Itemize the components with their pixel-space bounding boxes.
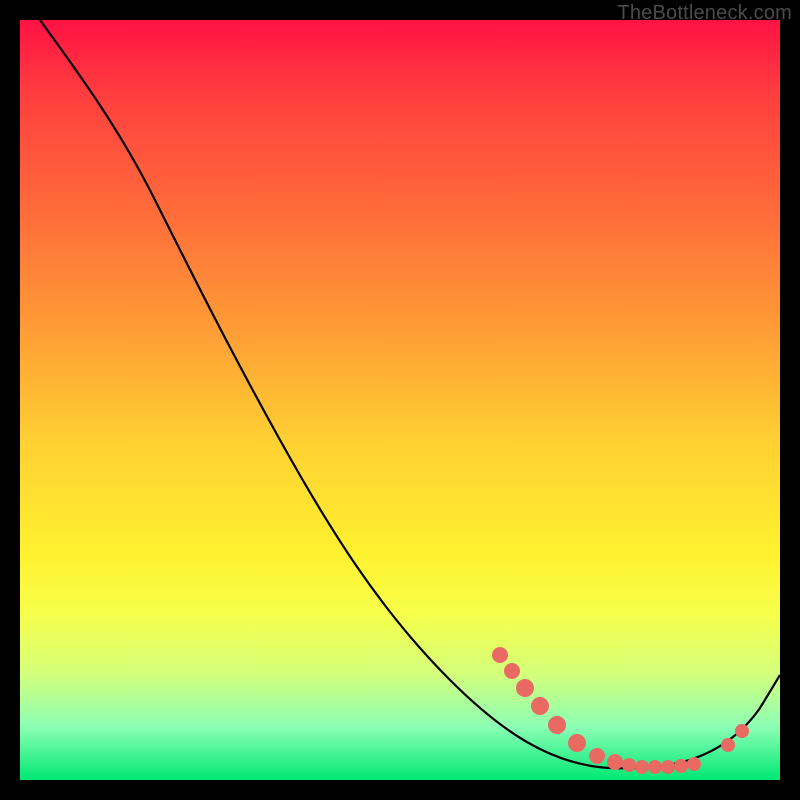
bottleneck-curve [40, 20, 780, 768]
curve-svg [20, 20, 780, 780]
bottleneck-chart [20, 20, 780, 780]
marker-group [492, 647, 749, 774]
